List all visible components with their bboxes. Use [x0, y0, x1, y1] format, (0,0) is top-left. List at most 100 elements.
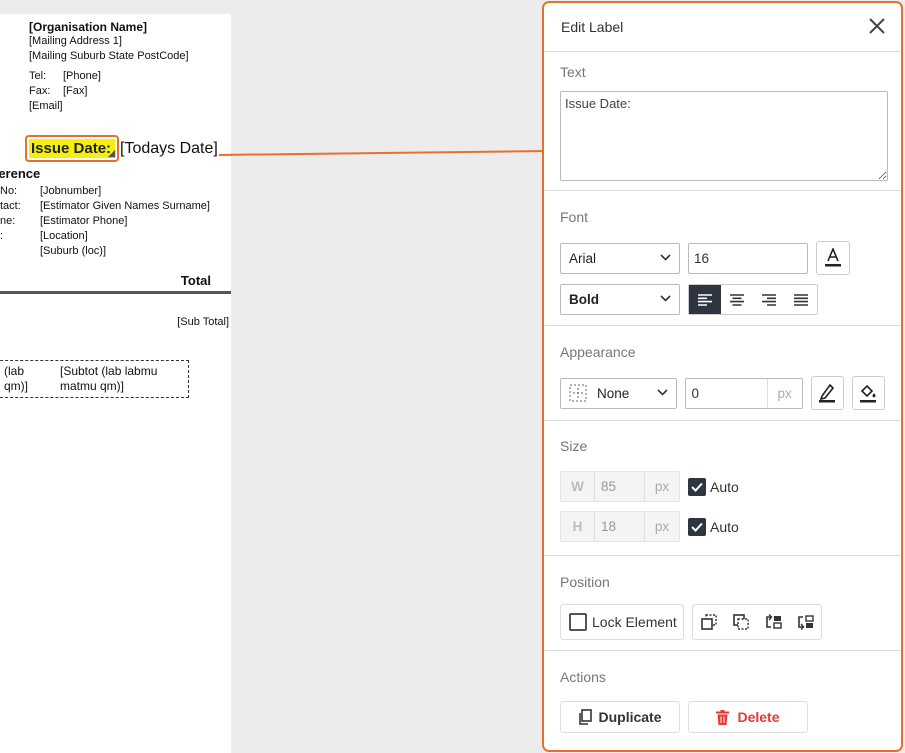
- font-section: Font Arial 16 Bold: [544, 191, 901, 326]
- text-section: Text: [544, 52, 901, 191]
- border-style-value: None: [597, 385, 630, 401]
- reference-value[interactable]: [Location]: [40, 230, 88, 242]
- width-auto-checkbox[interactable]: [688, 477, 706, 496]
- panel-title: Edit Label: [561, 19, 624, 35]
- height-auto-checkbox[interactable]: [688, 517, 706, 536]
- border-none-icon: [569, 384, 587, 402]
- checkmark-icon: [691, 522, 703, 532]
- tel-label[interactable]: Tel:: [29, 70, 46, 82]
- label-text-input[interactable]: [560, 91, 888, 181]
- align-justify-icon: [794, 293, 808, 306]
- duplicate-label: Duplicate: [598, 709, 662, 725]
- dashed-left-text: qm)]: [4, 379, 28, 393]
- border-width-value: 0: [691, 385, 699, 401]
- position-section: Position Lock Element: [544, 556, 901, 651]
- edit-label-panel: Edit Label Text Font Arial 16 Bold: [542, 1, 903, 752]
- align-right-button[interactable]: [753, 285, 785, 314]
- send-backward-icon: [798, 615, 814, 630]
- fax-field[interactable]: [Fax]: [63, 85, 87, 97]
- height-unit: px: [644, 512, 679, 541]
- dashed-right-text: matmu qm)]: [60, 379, 125, 393]
- border-color-button[interactable]: [810, 376, 844, 410]
- resize-handle-icon[interactable]: ◢: [108, 149, 115, 158]
- width-input[interactable]: W 85 px: [560, 471, 680, 502]
- width-auto-label: Auto: [710, 478, 739, 495]
- tel-field[interactable]: [Phone]: [63, 70, 101, 82]
- reference-title[interactable]: ference: [0, 166, 40, 181]
- border-style-select[interactable]: None: [560, 377, 678, 409]
- send-to-back-button[interactable]: [725, 605, 757, 639]
- reference-label[interactable]: ne:: [0, 215, 15, 227]
- fill-color-button[interactable]: [851, 376, 886, 410]
- font-size-input[interactable]: 16: [688, 242, 808, 274]
- delete-label: Delete: [737, 709, 780, 725]
- bring-forward-button[interactable]: [757, 605, 789, 639]
- total-header[interactable]: Total: [181, 273, 211, 288]
- appearance-section: Appearance None 0 px: [544, 326, 901, 421]
- email-field[interactable]: [Email]: [29, 100, 63, 112]
- bring-to-front-button[interactable]: [693, 605, 725, 639]
- selection-connector-line: [219, 150, 546, 156]
- align-left-icon: [698, 293, 712, 306]
- send-to-back-icon: [733, 614, 749, 630]
- delete-button[interactable]: Delete: [688, 701, 808, 733]
- todays-date-field[interactable]: [Todays Date]: [120, 140, 218, 158]
- border-width-input[interactable]: 0 px: [685, 377, 803, 409]
- font-size-value: 16: [694, 250, 710, 266]
- checkmark-icon: [691, 482, 703, 492]
- fax-label[interactable]: Fax:: [29, 85, 50, 97]
- paint-bucket-icon: [860, 384, 877, 403]
- send-backward-button[interactable]: [789, 605, 821, 639]
- position-section-title: Position: [560, 574, 610, 590]
- total-divider: [0, 291, 231, 294]
- size-section-title: Size: [560, 438, 588, 454]
- reference-label[interactable]: :: [0, 230, 3, 242]
- appearance-section-title: Appearance: [560, 344, 636, 360]
- border-width-unit: px: [766, 378, 802, 408]
- width-key: W: [561, 472, 595, 501]
- pen-icon: [819, 383, 836, 403]
- height-input[interactable]: H 18 px: [560, 511, 680, 542]
- font-color-button[interactable]: [816, 241, 850, 275]
- close-icon[interactable]: [869, 15, 885, 39]
- actions-section: Actions Duplicate Delete: [544, 651, 901, 733]
- trash-icon: [716, 709, 730, 725]
- org-name-field[interactable]: [Organisation Name]: [29, 20, 147, 34]
- copy-icon: [579, 709, 593, 725]
- lock-element-label: Lock Element: [592, 614, 677, 630]
- bring-to-front-icon: [701, 614, 717, 630]
- align-center-button[interactable]: [721, 285, 753, 314]
- align-justify-button[interactable]: [785, 285, 817, 314]
- dashed-left-text: (lab: [4, 364, 25, 378]
- reference-label[interactable]: No:: [0, 185, 17, 197]
- panel-header: Edit Label: [544, 3, 901, 52]
- issue-date-label-selected[interactable]: Issue Date: ◢: [25, 135, 119, 162]
- font-color-icon: [825, 248, 841, 267]
- sub-total-field[interactable]: [Sub Total]: [177, 316, 229, 328]
- dashed-right-text: [Subtot (lab labmu: [60, 364, 158, 378]
- height-value: 18: [601, 519, 617, 534]
- lock-element-toggle[interactable]: Lock Element: [560, 604, 684, 640]
- font-family-value: Arial: [569, 250, 597, 266]
- font-weight-value: Bold: [569, 292, 599, 307]
- align-left-button[interactable]: [689, 285, 721, 314]
- reference-value[interactable]: [Jobnumber]: [40, 185, 101, 197]
- chevron-down-icon: [657, 388, 669, 399]
- address1-field[interactable]: [Mailing Address 1]: [29, 35, 122, 47]
- font-weight-select[interactable]: Bold: [560, 284, 680, 315]
- reference-label[interactable]: tact:: [0, 200, 21, 212]
- height-auto-label: Auto: [710, 518, 739, 535]
- font-family-select[interactable]: Arial: [560, 242, 680, 274]
- reference-value[interactable]: [Estimator Given Names Surname]: [40, 200, 210, 212]
- width-value: 85: [601, 479, 617, 494]
- size-section: Size W 85 px Auto H 18 px Auto: [544, 421, 901, 556]
- lock-element-checkbox[interactable]: [569, 613, 587, 631]
- reference-value[interactable]: [Estimator Phone]: [40, 215, 127, 227]
- duplicate-button[interactable]: Duplicate: [560, 701, 680, 733]
- reference-value[interactable]: [Suburb (loc)]: [40, 245, 106, 257]
- align-right-icon: [762, 293, 776, 306]
- issue-date-label-highlight: Issue Date: ◢: [29, 139, 115, 158]
- address2-field[interactable]: [Mailing Suburb State PostCode]: [29, 50, 189, 62]
- layer-order-group: [692, 604, 822, 640]
- align-center-icon: [730, 293, 744, 306]
